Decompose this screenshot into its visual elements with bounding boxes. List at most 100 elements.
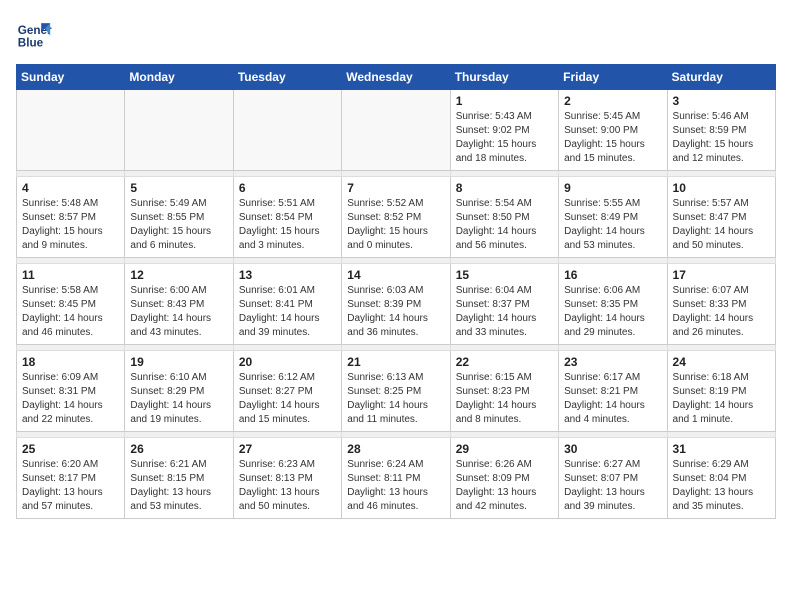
day-info: Sunrise: 5:55 AM Sunset: 8:49 PM Dayligh… [564,197,661,253]
calendar-cell: 27 Sunrise: 6:23 AM Sunset: 8:13 PM Dayli… [233,438,341,519]
day-info: Sunrise: 6:29 AM Sunset: 8:04 PM Dayligh… [673,458,770,514]
day-info: Sunrise: 5:57 AM Sunset: 8:47 PM Dayligh… [673,197,770,253]
calendar-cell: 16 Sunrise: 6:06 AM Sunset: 8:35 PM Dayli… [559,264,667,345]
day-info: Sunrise: 6:15 AM Sunset: 8:23 PM Dayligh… [456,371,553,427]
day-number: 11 [22,268,119,282]
calendar-cell: 20 Sunrise: 6:12 AM Sunset: 8:27 PM Dayli… [233,351,341,432]
calendar-cell: 10 Sunrise: 5:57 AM Sunset: 8:47 PM Dayli… [667,177,775,258]
calendar-cell: 15Sunrise: 6:04 AM Sunset: 8:37 PM Dayli… [450,264,558,345]
day-info: Sunrise: 5:51 AM Sunset: 8:54 PM Dayligh… [239,197,336,253]
calendar-cell: 28 Sunrise: 6:24 AM Sunset: 8:11 PM Dayli… [342,438,450,519]
calendar-cell: 8Sunrise: 5:54 AM Sunset: 8:50 PM Daylig… [450,177,558,258]
day-info: Sunrise: 5:45 AM Sunset: 9:00 PM Dayligh… [564,110,661,166]
calendar-cell: 11 Sunrise: 5:58 AM Sunset: 8:45 PM Dayli… [17,264,125,345]
day-number: 6 [239,181,336,195]
day-number: 26 [130,442,227,456]
calendar-week-3: 11 Sunrise: 5:58 AM Sunset: 8:45 PM Dayli… [17,264,776,345]
day-info: Sunrise: 5:52 AM Sunset: 8:52 PM Dayligh… [347,197,444,253]
calendar-table: SundayMondayTuesdayWednesdayThursdayFrid… [16,64,776,519]
day-info: Sunrise: 6:18 AM Sunset: 8:19 PM Dayligh… [673,371,770,427]
logo-icon: General Blue [16,16,52,52]
day-number: 16 [564,268,661,282]
calendar-cell: 13 Sunrise: 6:01 AM Sunset: 8:41 PM Dayli… [233,264,341,345]
weekday-header-thursday: Thursday [450,65,558,90]
calendar-cell: 19Sunrise: 6:10 AM Sunset: 8:29 PM Dayli… [125,351,233,432]
day-number: 24 [673,355,770,369]
day-info: Sunrise: 5:48 AM Sunset: 8:57 PM Dayligh… [22,197,119,253]
day-number: 23 [564,355,661,369]
day-number: 4 [22,181,119,195]
day-number: 28 [347,442,444,456]
day-number: 22 [456,355,553,369]
day-number: 13 [239,268,336,282]
day-number: 5 [130,181,227,195]
day-number: 27 [239,442,336,456]
day-info: Sunrise: 6:06 AM Sunset: 8:35 PM Dayligh… [564,284,661,340]
day-info: Sunrise: 6:24 AM Sunset: 8:11 PM Dayligh… [347,458,444,514]
page-header: General Blue [16,16,776,52]
calendar-cell [17,90,125,171]
day-number: 2 [564,94,661,108]
calendar-cell: 6 Sunrise: 5:51 AM Sunset: 8:54 PM Daylig… [233,177,341,258]
logo: General Blue [16,16,56,52]
day-number: 25 [22,442,119,456]
day-info: Sunrise: 5:58 AM Sunset: 8:45 PM Dayligh… [22,284,119,340]
calendar-week-1: 1 Sunrise: 5:43 AM Sunset: 9:02 PM Daylig… [17,90,776,171]
calendar-cell: 4 Sunrise: 5:48 AM Sunset: 8:57 PM Daylig… [17,177,125,258]
day-info: Sunrise: 6:12 AM Sunset: 8:27 PM Dayligh… [239,371,336,427]
day-info: Sunrise: 6:21 AM Sunset: 8:15 PM Dayligh… [130,458,227,514]
day-number: 9 [564,181,661,195]
calendar-cell: 29 Sunrise: 6:26 AM Sunset: 8:09 PM Dayli… [450,438,558,519]
calendar-header-row: SundayMondayTuesdayWednesdayThursdayFrid… [17,65,776,90]
calendar-cell [342,90,450,171]
calendar-cell [233,90,341,171]
calendar-cell: 22 Sunrise: 6:15 AM Sunset: 8:23 PM Dayli… [450,351,558,432]
day-number: 12 [130,268,227,282]
calendar-cell: 7Sunrise: 5:52 AM Sunset: 8:52 PM Daylig… [342,177,450,258]
calendar-week-5: 25 Sunrise: 6:20 AM Sunset: 8:17 PM Dayli… [17,438,776,519]
calendar-cell: 26 Sunrise: 6:21 AM Sunset: 8:15 PM Dayli… [125,438,233,519]
day-number: 18 [22,355,119,369]
day-info: Sunrise: 6:03 AM Sunset: 8:39 PM Dayligh… [347,284,444,340]
day-info: Sunrise: 6:17 AM Sunset: 8:21 PM Dayligh… [564,371,661,427]
calendar-cell: 12 Sunrise: 6:00 AM Sunset: 8:43 PM Dayli… [125,264,233,345]
calendar-cell: 18 Sunrise: 6:09 AM Sunset: 8:31 PM Dayli… [17,351,125,432]
day-number: 14 [347,268,444,282]
calendar-week-2: 4 Sunrise: 5:48 AM Sunset: 8:57 PM Daylig… [17,177,776,258]
calendar-week-4: 18 Sunrise: 6:09 AM Sunset: 8:31 PM Dayli… [17,351,776,432]
weekday-header-sunday: Sunday [17,65,125,90]
day-number: 31 [673,442,770,456]
day-number: 21 [347,355,444,369]
day-info: Sunrise: 6:09 AM Sunset: 8:31 PM Dayligh… [22,371,119,427]
day-number: 1 [456,94,553,108]
calendar-cell: 30Sunrise: 6:27 AM Sunset: 8:07 PM Dayli… [559,438,667,519]
day-number: 29 [456,442,553,456]
day-info: Sunrise: 5:46 AM Sunset: 8:59 PM Dayligh… [673,110,770,166]
day-number: 20 [239,355,336,369]
day-number: 30 [564,442,661,456]
day-info: Sunrise: 6:13 AM Sunset: 8:25 PM Dayligh… [347,371,444,427]
day-info: Sunrise: 6:20 AM Sunset: 8:17 PM Dayligh… [22,458,119,514]
weekday-header-tuesday: Tuesday [233,65,341,90]
weekday-header-friday: Friday [559,65,667,90]
calendar-cell: 23 Sunrise: 6:17 AM Sunset: 8:21 PM Dayli… [559,351,667,432]
day-number: 3 [673,94,770,108]
day-info: Sunrise: 5:43 AM Sunset: 9:02 PM Dayligh… [456,110,553,166]
day-number: 15 [456,268,553,282]
calendar-cell: 17Sunrise: 6:07 AM Sunset: 8:33 PM Dayli… [667,264,775,345]
day-info: Sunrise: 6:01 AM Sunset: 8:41 PM Dayligh… [239,284,336,340]
day-info: Sunrise: 6:23 AM Sunset: 8:13 PM Dayligh… [239,458,336,514]
day-info: Sunrise: 6:26 AM Sunset: 8:09 PM Dayligh… [456,458,553,514]
calendar-cell: 5Sunrise: 5:49 AM Sunset: 8:55 PM Daylig… [125,177,233,258]
day-info: Sunrise: 6:00 AM Sunset: 8:43 PM Dayligh… [130,284,227,340]
weekday-header-wednesday: Wednesday [342,65,450,90]
day-number: 10 [673,181,770,195]
calendar-cell: 2 Sunrise: 5:45 AM Sunset: 9:00 PM Daylig… [559,90,667,171]
weekday-header-monday: Monday [125,65,233,90]
calendar-cell: 9 Sunrise: 5:55 AM Sunset: 8:49 PM Daylig… [559,177,667,258]
calendar-cell: 1 Sunrise: 5:43 AM Sunset: 9:02 PM Daylig… [450,90,558,171]
day-info: Sunrise: 5:54 AM Sunset: 8:50 PM Dayligh… [456,197,553,253]
calendar-cell: 3 Sunrise: 5:46 AM Sunset: 8:59 PM Daylig… [667,90,775,171]
day-number: 17 [673,268,770,282]
calendar-cell [125,90,233,171]
